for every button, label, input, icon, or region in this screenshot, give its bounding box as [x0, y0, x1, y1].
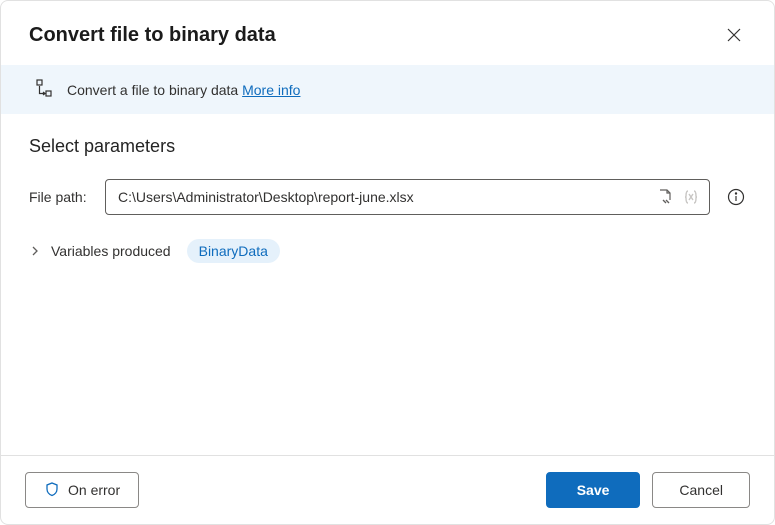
variables-expand-toggle[interactable]: [29, 245, 41, 257]
footer-actions: Save Cancel: [546, 472, 750, 508]
variables-produced-row: Variables produced BinaryData: [29, 239, 746, 263]
on-error-label: On error: [68, 482, 120, 498]
shield-icon: [44, 481, 60, 500]
info-banner: Convert a file to binary data More info: [1, 65, 774, 114]
file-picker-button[interactable]: [655, 187, 675, 207]
file-icon: [656, 188, 674, 206]
cancel-button[interactable]: Cancel: [652, 472, 750, 508]
dialog: Convert file to binary data Convert a fi…: [0, 0, 775, 525]
file-path-label: File path:: [29, 189, 93, 205]
file-path-row: File path:: [29, 179, 746, 215]
file-path-info-button[interactable]: [726, 187, 746, 207]
variable-picker-button[interactable]: [681, 187, 701, 207]
save-button[interactable]: Save: [546, 472, 641, 508]
file-path-input[interactable]: [118, 189, 649, 205]
file-path-input-wrapper: [105, 179, 710, 215]
variables-produced-label[interactable]: Variables produced: [51, 243, 171, 259]
dialog-footer: On error Save Cancel: [1, 455, 774, 524]
close-button[interactable]: [718, 19, 750, 51]
on-error-button[interactable]: On error: [25, 472, 139, 508]
more-info-link[interactable]: More info: [242, 82, 300, 98]
variable-chip-binarydata[interactable]: BinaryData: [187, 239, 280, 263]
content-area: Select parameters File path:: [1, 114, 774, 455]
convert-icon: [35, 79, 53, 100]
close-icon: [727, 28, 741, 42]
chevron-right-icon: [29, 245, 41, 257]
dialog-title: Convert file to binary data: [29, 24, 276, 47]
variable-icon: [682, 188, 700, 206]
section-heading: Select parameters: [29, 136, 746, 157]
banner-text-wrap: Convert a file to binary data More info: [67, 82, 300, 98]
dialog-header: Convert file to binary data: [1, 1, 774, 65]
info-icon: [727, 188, 745, 206]
banner-text: Convert a file to binary data: [67, 82, 242, 98]
